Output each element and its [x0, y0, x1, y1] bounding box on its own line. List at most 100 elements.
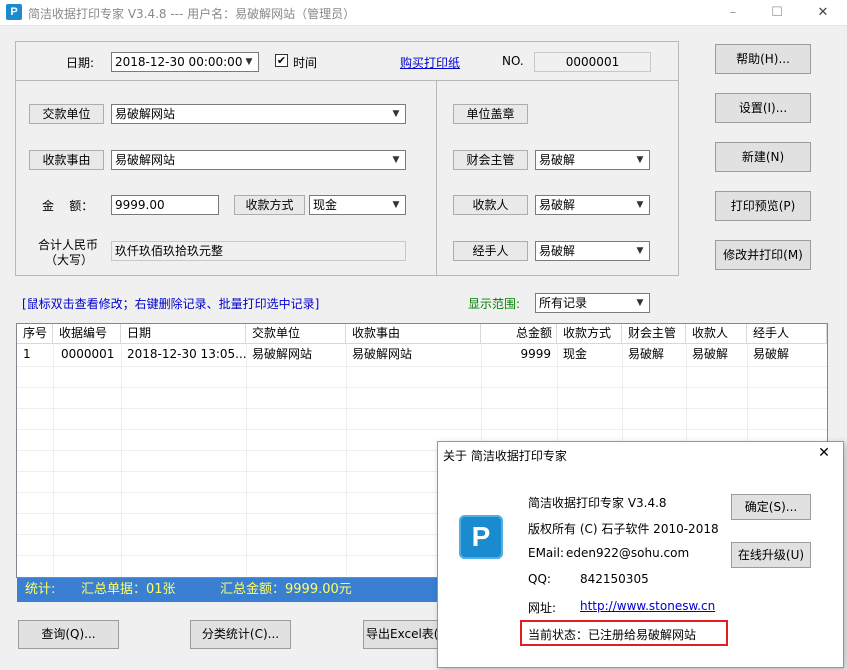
finance-value: 易破解: [539, 153, 576, 167]
date-picker[interactable]: 2018-12-30 00:00:00 ▼: [111, 52, 259, 72]
row-divider: [17, 387, 827, 388]
copyright-text: 版权所有 (C) 石子软件 2010-2018: [528, 522, 719, 536]
chevron-down-icon[interactable]: ▼: [632, 243, 648, 259]
column-divider: [53, 344, 54, 577]
column-header[interactable]: 序号: [17, 324, 53, 344]
help-button[interactable]: 帮助(H)...: [715, 44, 811, 74]
website-label: 网址:: [528, 601, 557, 615]
amount-label: 金 额：: [42, 199, 94, 213]
about-dialog-titlebar: 关于 简洁收据打印专家 ✕: [438, 442, 843, 468]
column-header[interactable]: 经手人: [747, 324, 827, 344]
app-logo: P: [459, 515, 503, 559]
app-icon: P: [6, 4, 22, 20]
modify-print-button[interactable]: 修改并打印(M): [715, 240, 811, 270]
print-preview-button[interactable]: 打印预览(P): [715, 191, 811, 221]
about-dialog: 关于 简洁收据打印专家 ✕ P 简洁收据打印专家 V3.4.8 版权所有 (C)…: [437, 441, 844, 668]
logo-letter: P: [471, 521, 491, 552]
reason-value: 易破解网站: [115, 153, 176, 167]
registration-status: 当前状态：已注册给易破解网站: [528, 628, 697, 642]
finance-combo[interactable]: 易破解 ▼: [535, 150, 650, 170]
reason-combo[interactable]: 易破解网站 ▼: [111, 150, 406, 170]
chevron-down-icon[interactable]: ▼: [632, 197, 648, 213]
method-button[interactable]: 收款方式: [234, 195, 305, 215]
online-upgrade-button[interactable]: 在线升级(U): [731, 542, 811, 568]
column-header[interactable]: 财会主管: [622, 324, 686, 344]
about-dialog-title: 关于 简洁收据打印专家: [443, 449, 567, 463]
column-divider: [246, 344, 247, 577]
query-button[interactable]: 查询(Q)...: [18, 620, 119, 649]
export-excel-button[interactable]: 导出Excel表(E: [363, 620, 443, 649]
hint-text: [鼠标双击查看修改；右键删除记录、批量打印选中记录]: [22, 297, 320, 311]
time-checkbox-label: 时间: [293, 56, 318, 70]
payer-value: 易破解网站: [115, 107, 176, 121]
receiver-value: 易破解: [539, 198, 576, 212]
seal-button[interactable]: 单位盖章: [453, 104, 528, 124]
finance-button[interactable]: 财会主管: [453, 150, 528, 170]
chevron-down-icon[interactable]: ▼: [241, 54, 257, 70]
column-header[interactable]: 收据编号: [53, 324, 121, 344]
settings-button[interactable]: 设置(I)...: [715, 93, 811, 123]
chevron-down-icon[interactable]: ▼: [632, 295, 648, 311]
receiver-button[interactable]: 收款人: [453, 195, 528, 215]
handler-value: 易破解: [539, 244, 576, 258]
column-header[interactable]: 收款方式: [557, 324, 622, 344]
summary-status-bar: 统计: 汇总单据：01张 汇总金额：9999.00元: [17, 578, 451, 602]
status-sum: 汇总金额：9999.00元: [220, 582, 352, 597]
row-divider: [17, 429, 827, 430]
table-cell: 易破解网站: [252, 347, 313, 361]
close-icon[interactable]: ✕: [811, 445, 837, 465]
registration-highlight: 当前状态：已注册给易破解网站: [520, 620, 728, 646]
chevron-down-icon[interactable]: ▼: [632, 152, 648, 168]
range-combo[interactable]: 所有记录 ▼: [535, 293, 650, 313]
qq-label: QQ:: [528, 572, 551, 586]
maximize-button[interactable]: ☐: [755, 0, 799, 26]
category-stats-button[interactable]: 分类统计(C)...: [190, 620, 291, 649]
reason-button[interactable]: 收款事由: [29, 150, 104, 170]
email-label: EMail:: [528, 546, 564, 560]
chevron-down-icon[interactable]: ▼: [388, 106, 404, 122]
status-prefix: 统计:: [25, 582, 56, 597]
close-button[interactable]: ✕: [801, 0, 845, 26]
table-cell: 0000001: [61, 347, 115, 361]
row-divider: [17, 366, 827, 367]
table-cell: 易破解网站: [352, 347, 413, 361]
product-name: 简洁收据打印专家 V3.4.8: [528, 496, 667, 510]
method-value: 现金: [313, 198, 338, 212]
chevron-down-icon[interactable]: ▼: [388, 197, 404, 213]
window-title: 简洁收据打印专家 V3.4.8 --- 用户名：易破解网站（管理员）: [28, 7, 356, 21]
range-value: 所有记录: [539, 296, 588, 310]
column-divider: [121, 344, 122, 577]
table-cell: 现金: [563, 347, 588, 361]
website-link[interactable]: http://www.stonesw.cn: [580, 599, 715, 613]
time-checkbox[interactable]: ✔: [275, 54, 288, 67]
amount-input[interactable]: 9999.00: [111, 195, 219, 215]
minimize-button[interactable]: –: [711, 0, 755, 26]
payer-button[interactable]: 交款单位: [29, 104, 104, 124]
handler-button[interactable]: 经手人: [453, 241, 528, 261]
table-cell: 易破解: [753, 347, 790, 361]
receiver-combo[interactable]: 易破解 ▼: [535, 195, 650, 215]
email-value: eden922@sohu.com: [566, 546, 690, 560]
no-field: 0000001: [534, 52, 651, 72]
qq-value: 842150305: [580, 572, 649, 586]
handler-combo[interactable]: 易破解 ▼: [535, 241, 650, 261]
column-header[interactable]: 交款单位: [246, 324, 346, 344]
table-row[interactable]: 1 0000001 2018-12-30 13:05... 易破解网站 易破解网…: [17, 344, 827, 366]
column-header[interactable]: 总金额: [481, 324, 557, 344]
buy-paper-link[interactable]: 购买打印纸: [400, 54, 460, 71]
status-count: 汇总单据：01张: [81, 582, 176, 597]
column-header[interactable]: 收款事由: [346, 324, 481, 344]
total-rmb-field: 玖仟玖佰玖拾玖元整: [111, 241, 406, 261]
ok-button[interactable]: 确定(S)...: [731, 494, 811, 520]
date-label: 日期:: [66, 56, 95, 70]
table-cell: 易破解: [692, 347, 729, 361]
date-value: 2018-12-30 00:00:00: [115, 55, 243, 69]
column-header[interactable]: 收款人: [686, 324, 747, 344]
new-button[interactable]: 新建(N): [715, 142, 811, 172]
column-divider: [346, 344, 347, 577]
table-cell: 1: [23, 347, 31, 361]
method-combo[interactable]: 现金 ▼: [309, 195, 406, 215]
column-header[interactable]: 日期: [121, 324, 246, 344]
chevron-down-icon[interactable]: ▼: [388, 152, 404, 168]
payer-combo[interactable]: 易破解网站 ▼: [111, 104, 406, 124]
